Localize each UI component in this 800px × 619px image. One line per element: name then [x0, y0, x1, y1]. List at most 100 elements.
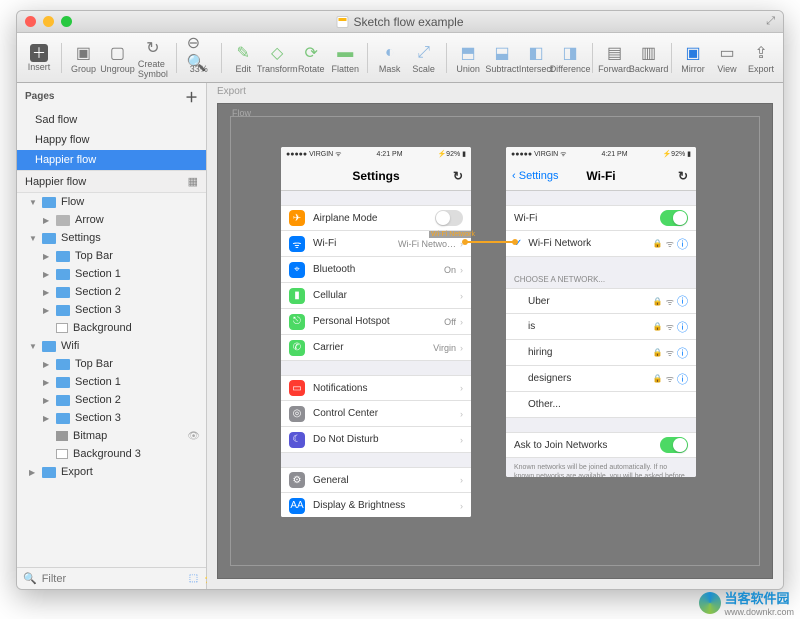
network-row[interactable]: designers🔒ᯤⓘ: [506, 366, 696, 392]
row-icon: ◎: [289, 406, 305, 422]
create-symbol-button[interactable]: ↻Create Symbol: [135, 35, 170, 81]
layer-item[interactable]: Wifi: [17, 337, 206, 355]
transform-button[interactable]: ◇Transform: [261, 40, 293, 76]
settings-row[interactable]: ✆CarrierVirgin›: [281, 335, 471, 361]
layer-item[interactable]: Section 2: [17, 283, 206, 301]
settings-row[interactable]: ▭Notifications›: [281, 375, 471, 401]
canvas[interactable]: Flow Settings ●●●●● VIRGIN ᯤ 4:21 PM ⚡92…: [217, 103, 773, 579]
wifi-toggle-row[interactable]: Wi-Fi: [506, 205, 696, 231]
page-item[interactable]: Sad flow: [17, 110, 206, 130]
chevron-right-icon: ›: [460, 435, 463, 445]
artboard-icon: ▦: [188, 175, 198, 188]
info-icon[interactable]: ⓘ: [677, 319, 688, 335]
artboard-settings[interactable]: Settings ●●●●● VIRGIN ᯤ 4:21 PM ⚡92% ▮ S…: [281, 147, 471, 517]
ungroup-button[interactable]: ▢Ungroup: [101, 40, 133, 76]
artboard-section-header[interactable]: Happier flow ▦: [17, 170, 206, 193]
layer-item[interactable]: Section 3: [17, 301, 206, 319]
settings-row[interactable]: ✈Airplane Mode: [281, 205, 471, 231]
backward-button[interactable]: ▥Backward: [633, 40, 665, 76]
wifi-signal-icon: ᯤ: [666, 237, 674, 250]
chevron-right-icon: ›: [460, 383, 463, 393]
layer-item[interactable]: Bitmap👁: [17, 427, 206, 445]
page-item[interactable]: Happier flow: [17, 150, 206, 170]
network-row[interactable]: is🔒ᯤⓘ: [506, 314, 696, 340]
insert-button[interactable]: ＋Insert: [23, 42, 55, 74]
layer-item[interactable]: Section 1: [17, 373, 206, 391]
switch-icon[interactable]: [435, 210, 463, 226]
filter-input[interactable]: [42, 573, 184, 585]
export-button[interactable]: ⇪Export: [745, 40, 777, 76]
footnote-text: Known networks will be joined automatica…: [506, 458, 696, 477]
intersect-button[interactable]: ◧Intersect: [520, 40, 552, 76]
row-icon: ✆: [289, 340, 305, 356]
row-icon: ☾: [289, 432, 305, 448]
lock-icon: 🔒: [653, 322, 663, 331]
layer-item[interactable]: Settings: [17, 229, 206, 247]
edit-button[interactable]: ✎Edit: [227, 40, 259, 76]
layer-item[interactable]: Section 1: [17, 265, 206, 283]
settings-row[interactable]: ☾Do Not Disturb›: [281, 427, 471, 453]
layer-item[interactable]: Arrow: [17, 211, 206, 229]
layer-item[interactable]: Section 2: [17, 391, 206, 409]
maximize-button[interactable]: [61, 16, 72, 27]
chevron-right-icon: ›: [460, 501, 463, 511]
lock-icon: 🔒: [653, 374, 663, 383]
add-page-button[interactable]: ＋: [185, 87, 198, 106]
zoom-control[interactable]: ⊖🔍33%: [183, 40, 215, 76]
layer-item[interactable]: Background: [17, 319, 206, 337]
settings-row[interactable]: ◎Control Center›: [281, 401, 471, 427]
page-item[interactable]: Happy flow: [17, 130, 206, 150]
info-icon[interactable]: ⓘ: [677, 345, 688, 361]
layer-item[interactable]: Background 3: [17, 445, 206, 463]
row-icon: ⌖: [289, 262, 305, 278]
ask-to-join-row[interactable]: Ask to Join Networks: [506, 432, 696, 458]
group-button[interactable]: ▣Group: [67, 40, 99, 76]
layer-item[interactable]: Flow: [17, 193, 206, 211]
switch-icon[interactable]: [660, 210, 688, 226]
refresh-icon[interactable]: ↻: [678, 169, 688, 183]
network-row[interactable]: Uber🔒ᯤⓘ: [506, 288, 696, 314]
flow-connector[interactable]: [465, 241, 515, 243]
forward-button[interactable]: ▤Forward: [599, 40, 631, 76]
difference-button[interactable]: ◨Difference: [554, 40, 586, 76]
layer-item[interactable]: Top Bar: [17, 355, 206, 373]
close-button[interactable]: [25, 16, 36, 27]
layer-item[interactable]: Top Bar: [17, 247, 206, 265]
info-icon[interactable]: ⓘ: [677, 236, 688, 252]
mirror-button[interactable]: ▣Mirror: [677, 40, 709, 76]
settings-row[interactable]: ▮Cellular›: [281, 283, 471, 309]
info-icon[interactable]: ⓘ: [677, 293, 688, 309]
mask-button[interactable]: ◐Mask: [374, 40, 406, 76]
settings-row[interactable]: AADisplay & Brightness›: [281, 493, 471, 517]
artboard-wifi[interactable]: Wifi ●●●●● VIRGIN ᯤ 4:21 PM ⚡92% ▮ ‹ Set…: [506, 147, 696, 477]
info-icon[interactable]: ⓘ: [677, 371, 688, 387]
rotate-button[interactable]: ⟳Rotate: [295, 40, 327, 76]
lock-icon: 🔒: [653, 239, 663, 248]
settings-row[interactable]: ⚙General›: [281, 467, 471, 493]
subtract-button[interactable]: ⬓Subtract: [486, 40, 518, 76]
layer-item[interactable]: Section 3: [17, 409, 206, 427]
toolbar: ＋Insert ▣Group ▢Ungroup ↻Create Symbol ⊖…: [17, 33, 783, 83]
flatten-button[interactable]: ▬Flatten: [329, 40, 361, 76]
connected-network-row[interactable]: ✓ Wi-Fi Network 🔒 ᯤ ⓘ: [506, 231, 696, 257]
back-button[interactable]: ‹ Settings: [512, 170, 558, 182]
visibility-icon[interactable]: 👁: [187, 431, 200, 442]
switch-icon[interactable]: [660, 437, 688, 453]
watermark: 当客软件园 www.downkr.com: [699, 588, 794, 617]
sidebar-footer: 🔍 ⬚ ⚡4: [17, 567, 206, 589]
settings-row[interactable]: ⌖BluetoothOn›: [281, 257, 471, 283]
union-button[interactable]: ⬒Union: [452, 40, 484, 76]
canvas-pane: Export Flow Settings ●●●●● VIRGIN ᯤ 4:21…: [207, 83, 783, 589]
network-row[interactable]: hiring🔒ᯤⓘ: [506, 340, 696, 366]
chevron-right-icon: ›: [460, 343, 463, 353]
refresh-icon[interactable]: ↻: [453, 169, 463, 183]
fullscreen-icon[interactable]: ⤢: [766, 15, 775, 28]
network-row[interactable]: Other...: [506, 392, 696, 418]
filter-toggle-icon[interactable]: ⬚: [189, 573, 198, 584]
settings-row[interactable]: ⎋Personal HotspotOff›: [281, 309, 471, 335]
nav-bar: ‹ Settings Wi-Fi ↻: [506, 161, 696, 191]
scale-button[interactable]: ⤢Scale: [408, 40, 440, 76]
minimize-button[interactable]: [43, 16, 54, 27]
view-button[interactable]: ▭View: [711, 40, 743, 76]
layer-item[interactable]: Export: [17, 463, 206, 481]
